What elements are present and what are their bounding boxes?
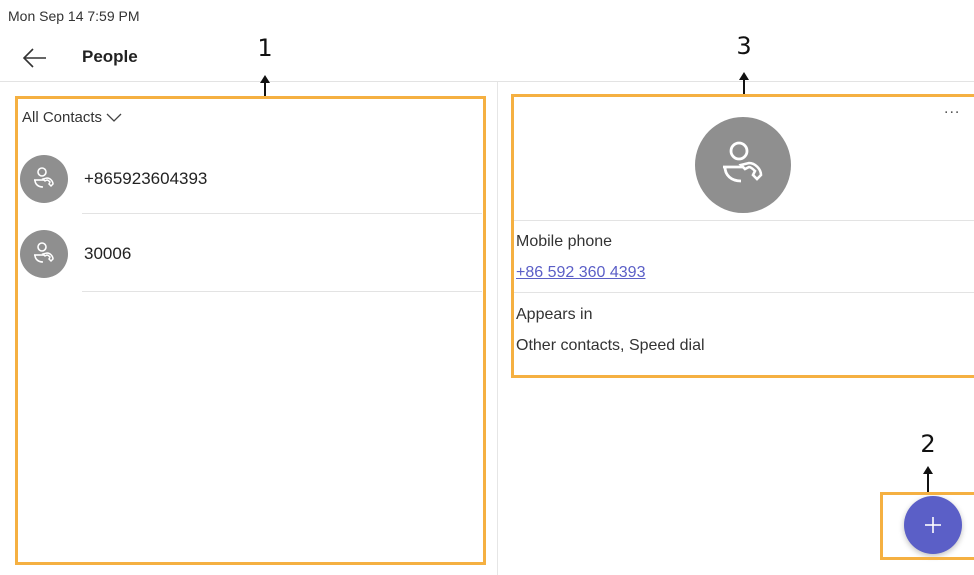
pane-divider <box>497 82 498 575</box>
callout-box-add-button <box>880 492 974 560</box>
callout-box-contact-details <box>511 94 974 378</box>
status-time: Mon Sep 14 7:59 PM <box>8 8 140 24</box>
callout-number-2: 2 <box>920 430 936 458</box>
page-title: People <box>82 47 138 66</box>
callout-arrow <box>927 473 929 492</box>
arrow-left-icon <box>22 48 46 68</box>
callout-arrow <box>743 79 745 94</box>
callout-number-3: 3 <box>736 32 752 60</box>
header-divider <box>0 81 974 82</box>
callout-box-contacts-list <box>15 96 486 565</box>
back-button[interactable] <box>20 44 50 72</box>
callout-number-1: 1 <box>257 34 273 62</box>
callout-arrow <box>264 82 266 96</box>
